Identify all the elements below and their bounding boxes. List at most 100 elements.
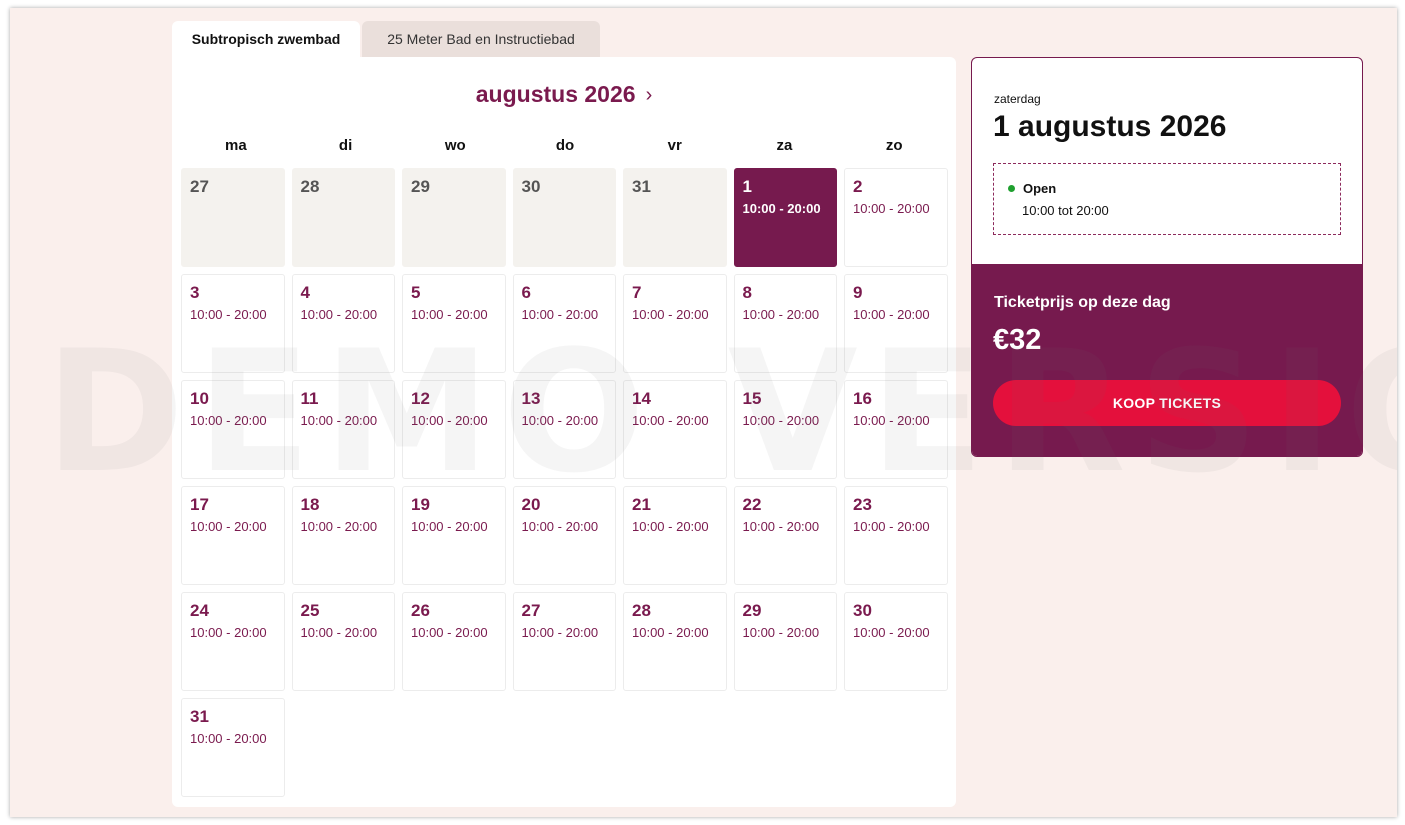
weekday-header: ma di wo do vr za zo xyxy=(181,137,949,154)
weekday-label: vr xyxy=(667,137,682,154)
month-header: augustus 2026 › xyxy=(172,81,956,108)
calendar-day-cell[interactable]: 28 10:00 - 20:00 xyxy=(623,592,727,691)
day-hours: 10:00 - 20:00 xyxy=(300,625,378,640)
day-number: 12 xyxy=(411,389,430,408)
day-hours: 10:00 - 20:00 xyxy=(632,413,709,428)
open-status: Open xyxy=(1008,181,1056,196)
day-number: 14 xyxy=(632,389,651,408)
calendar-day-cell[interactable]: 10 10:00 - 20:00 xyxy=(181,380,285,479)
day-hours: 10:00 - 20:00 xyxy=(853,307,930,322)
day-hours: 10:00 - 20:00 xyxy=(632,307,709,322)
calendar-day-cell[interactable]: 22 10:00 - 20:00 xyxy=(733,486,837,585)
day-number: 23 xyxy=(853,495,872,514)
weekday-label: ma xyxy=(225,137,247,154)
ticket-price-section: Ticketprijs op deze dag €32 KOOP TICKETS xyxy=(972,264,1362,456)
calendar-day-cell[interactable]: 17 10:00 - 20:00 xyxy=(181,486,285,585)
calendar-day-cell[interactable]: 20 10:00 - 20:00 xyxy=(512,486,616,585)
calendar-day-cell[interactable]: 16 10:00 - 20:00 xyxy=(844,380,948,479)
day-hours: 10:00 - 20:00 xyxy=(300,519,378,534)
calendar-day-cell[interactable]: 15 10:00 - 20:00 xyxy=(733,380,837,479)
calendar-day-cell: 28 xyxy=(291,168,395,267)
calendar-day-cell[interactable]: 2 10:00 - 20:00 xyxy=(844,168,948,267)
calendar-day-cell[interactable]: 21 10:00 - 20:00 xyxy=(623,486,727,585)
calendar-day-cell[interactable]: 26 10:00 - 20:00 xyxy=(402,592,506,691)
day-hours: 10:00 - 20:00 xyxy=(853,625,930,640)
day-number: 10 xyxy=(190,389,209,408)
day-number: 28 xyxy=(632,601,651,620)
day-hours: 10:00 - 20:00 xyxy=(300,413,378,428)
calendar-day-cell[interactable]: 6 10:00 - 20:00 xyxy=(512,274,616,373)
chevron-right-icon[interactable]: › xyxy=(646,84,653,107)
day-hours: 10:00 - 20:00 xyxy=(853,413,930,428)
calendar-day-cell[interactable]: 27 10:00 - 20:00 xyxy=(512,592,616,691)
calendar-day-cell[interactable]: 31 10:00 - 20:00 xyxy=(181,698,285,797)
buy-tickets-button[interactable]: KOOP TICKETS xyxy=(993,380,1341,426)
day-number: 2 xyxy=(853,177,863,196)
weekday-label: di xyxy=(338,137,353,154)
day-number: 26 xyxy=(411,601,430,620)
calendar-day-cell[interactable]: 5 10:00 - 20:00 xyxy=(402,274,506,373)
day-hours: 10:00 - 20:00 xyxy=(742,201,821,216)
day-hours: 10:00 - 20:00 xyxy=(521,307,599,322)
day-hours: 10:00 - 20:00 xyxy=(742,519,820,534)
day-number: 16 xyxy=(853,389,872,408)
calendar-day-cell[interactable]: 13 10:00 - 20:00 xyxy=(512,380,616,479)
ticket-price: €32 xyxy=(993,324,1042,356)
tab-25-meter-bad[interactable]: 25 Meter Bad en Instructiebad xyxy=(362,21,600,57)
day-hours: 10:00 - 20:00 xyxy=(521,519,599,534)
calendar-day-cell[interactable]: 24 10:00 - 20:00 xyxy=(181,592,285,691)
page-frame: Subtropisch zwembad 25 Meter Bad en Inst… xyxy=(10,8,1397,817)
calendar-day-cell[interactable]: 3 10:00 - 20:00 xyxy=(181,274,285,373)
calendar-day-cell[interactable]: 14 10:00 - 20:00 xyxy=(623,380,727,479)
open-status-label: Open xyxy=(1023,181,1057,196)
calendar-day-cell[interactable]: 7 10:00 - 20:00 xyxy=(623,274,727,373)
opening-hours-box: Open 10:00 tot 20:00 xyxy=(993,163,1341,235)
calendar-day-cell[interactable]: 18 10:00 - 20:00 xyxy=(291,486,395,585)
day-hours: 10:00 - 20:00 xyxy=(190,307,267,322)
day-hours: 10:00 - 20:00 xyxy=(411,519,488,534)
ticket-price-label: Ticketprijs op deze dag xyxy=(994,294,1171,311)
calendar-day-cell[interactable]: 1 10:00 - 20:00 xyxy=(733,168,837,267)
calendar-day-cell: 29 xyxy=(402,168,506,267)
day-number: 4 xyxy=(300,283,310,302)
day-number: 8 xyxy=(742,283,752,302)
calendar-day-cell[interactable]: 12 10:00 - 20:00 xyxy=(402,380,506,479)
day-number: 19 xyxy=(411,495,430,514)
weekday-label: do xyxy=(555,137,575,154)
calendar-day-cell[interactable]: 23 10:00 - 20:00 xyxy=(844,486,948,585)
day-number: 22 xyxy=(742,495,762,514)
day-number: 11 xyxy=(300,389,319,408)
calendar-day-cell[interactable]: 19 10:00 - 20:00 xyxy=(402,486,506,585)
day-detail-panel: zaterdag 1 augustus 2026 Open 10:00 tot … xyxy=(971,57,1363,457)
opening-hours: 10:00 tot 20:00 xyxy=(1022,203,1109,218)
selected-full-date: 1 augustus 2026 xyxy=(993,110,1227,143)
day-hours: 10:00 - 20:00 xyxy=(300,307,378,322)
calendar-day-cell[interactable]: 11 10:00 - 20:00 xyxy=(291,380,395,479)
calendar-grid: 27 28 29 30 31 1 10:00 - 20:00 2 10:00 - 20:00 3 1… xyxy=(181,168,949,797)
day-hours: 10:00 - 20:00 xyxy=(742,307,820,322)
calendar-day-cell[interactable]: 9 10:00 - 20:00 xyxy=(844,274,948,373)
day-hours: 10:00 - 20:00 xyxy=(190,731,267,746)
day-number: 6 xyxy=(521,283,531,302)
day-number: 3 xyxy=(190,283,200,302)
day-number: 28 xyxy=(300,177,320,196)
day-hours: 10:00 - 20:00 xyxy=(521,413,599,428)
calendar-day-cell: 30 xyxy=(512,168,616,267)
day-number: 30 xyxy=(853,601,872,620)
day-number: 29 xyxy=(742,601,762,620)
weekday-label: wo xyxy=(444,137,466,154)
calendar-day-cell[interactable]: 30 10:00 - 20:00 xyxy=(844,592,948,691)
day-number: 31 xyxy=(190,707,209,726)
calendar-day-cell[interactable]: 8 10:00 - 20:00 xyxy=(733,274,837,373)
day-hours: 10:00 - 20:00 xyxy=(853,201,930,216)
calendar-day-cell[interactable]: 4 10:00 - 20:00 xyxy=(291,274,395,373)
calendar-day-cell: 31 xyxy=(623,168,727,267)
day-number: 31 xyxy=(632,177,651,196)
calendar-day-cell[interactable]: 29 10:00 - 20:00 xyxy=(733,592,837,691)
day-hours: 10:00 - 20:00 xyxy=(190,413,267,428)
day-number: 25 xyxy=(300,601,320,620)
day-number: 17 xyxy=(190,495,209,514)
tab-subtropisch-zwembad[interactable]: Subtropisch zwembad xyxy=(172,21,360,57)
day-number: 9 xyxy=(853,283,863,302)
calendar-day-cell[interactable]: 25 10:00 - 20:00 xyxy=(291,592,395,691)
